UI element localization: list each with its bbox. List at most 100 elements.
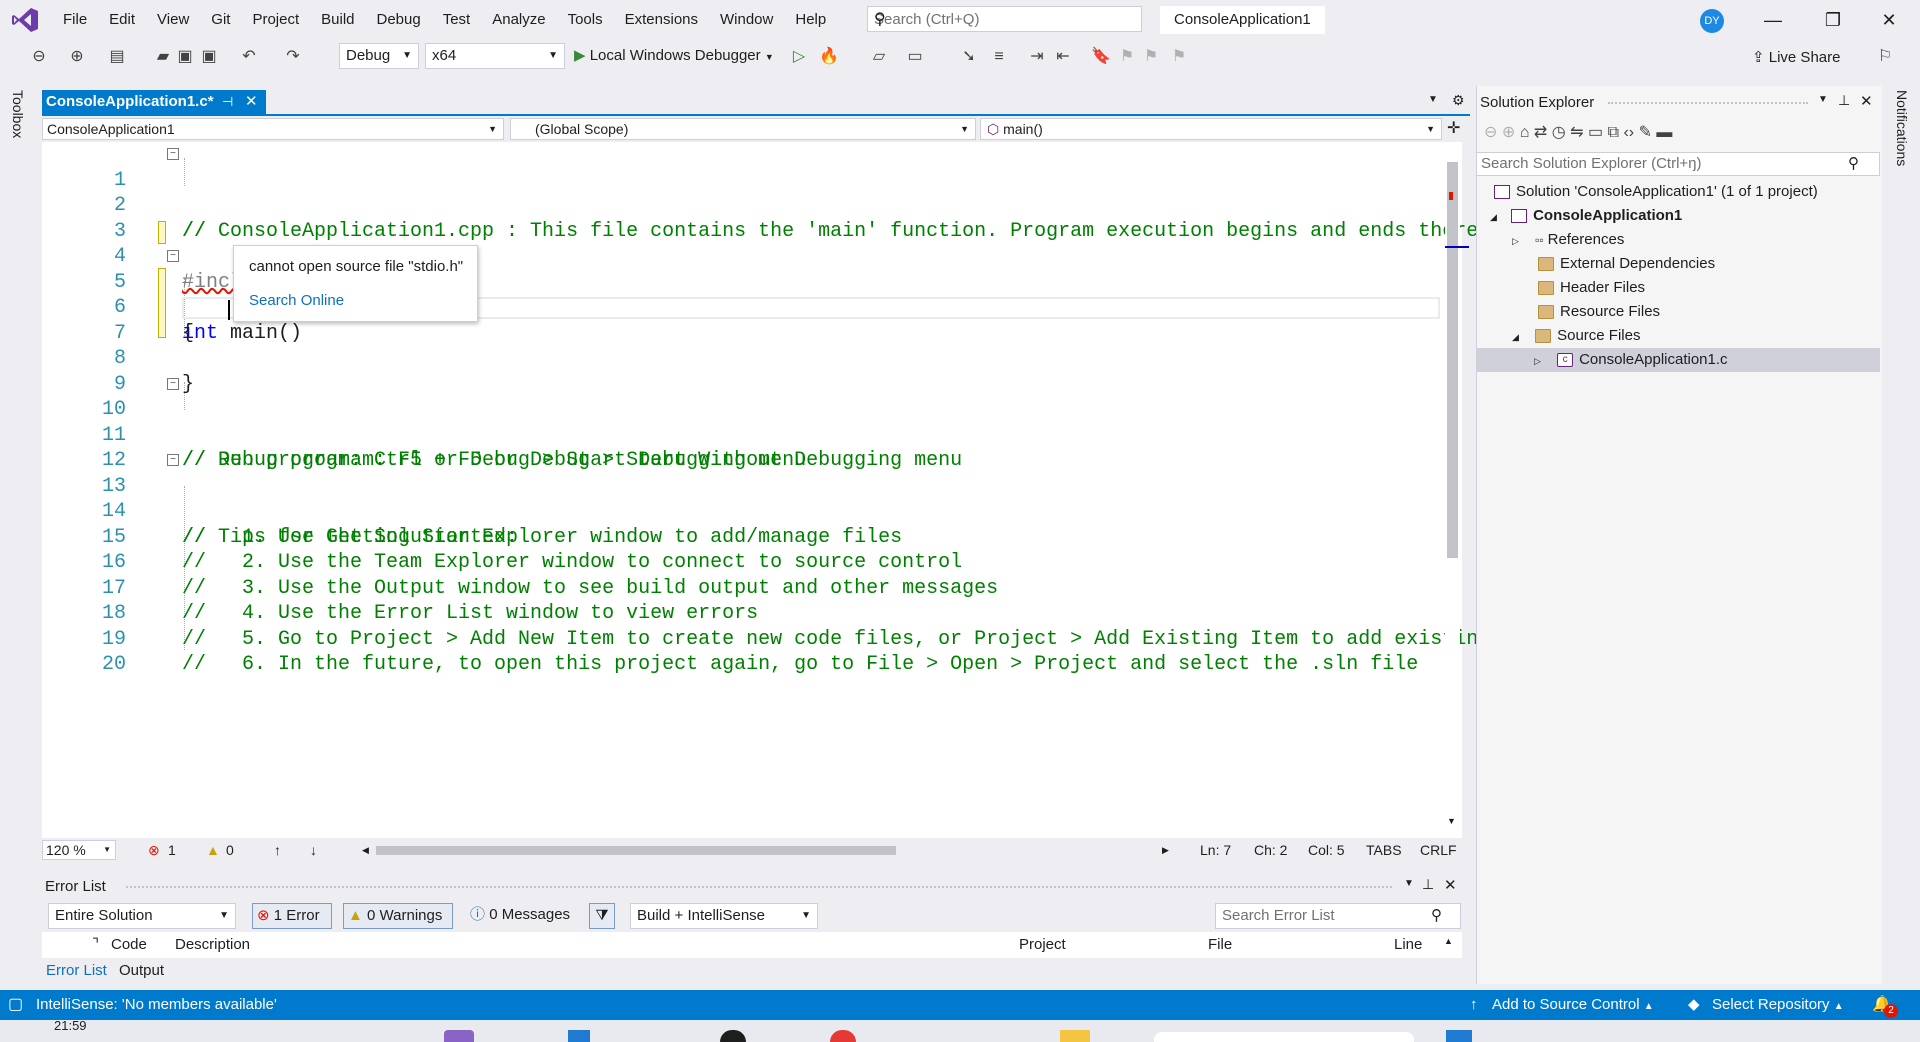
- step-cursor-icon[interactable]: ➘: [958, 46, 980, 68]
- warning-icon[interactable]: ▲: [206, 838, 220, 862]
- open-file-icon[interactable]: ▰: [152, 46, 174, 68]
- next-bookmark-icon[interactable]: ⚑: [1140, 46, 1162, 68]
- pin-icon[interactable]: ⊣: [222, 90, 233, 114]
- add-to-source-control-button[interactable]: Add to Source Control ▲: [1492, 990, 1654, 1022]
- window-layout-icon[interactable]: ▭: [904, 46, 926, 68]
- next-issue-icon[interactable]: ↓: [310, 838, 317, 862]
- panel-menu-chevron-icon[interactable]: ▼: [1404, 878, 1414, 889]
- menu-tools[interactable]: Tools: [557, 10, 614, 30]
- column-file[interactable]: File: [1208, 932, 1232, 958]
- solution-configuration-select[interactable]: Debug ▼: [339, 43, 419, 69]
- hot-reload-icon[interactable]: 🔥: [818, 46, 840, 68]
- clear-bookmarks-icon[interactable]: ⚑: [1168, 46, 1190, 68]
- messages-filter-button[interactable]: ⓘ 0 Messages: [466, 903, 578, 929]
- menu-test[interactable]: Test: [432, 10, 482, 30]
- nav-member-dropdown[interactable]: ⬡ main() ▼: [980, 118, 1442, 140]
- menu-view[interactable]: View: [146, 10, 200, 30]
- properties-wrench-icon[interactable]: ✎: [1639, 124, 1652, 141]
- menu-build[interactable]: Build: [310, 10, 365, 30]
- pin-icon[interactable]: ⊥: [1422, 876, 1434, 893]
- start-debugging-button[interactable]: ▶ Local Windows Debugger ▼: [574, 46, 774, 64]
- menu-file[interactable]: File: [52, 10, 98, 30]
- previous-issue-icon[interactable]: ↑: [274, 838, 281, 862]
- tree-item-solution[interactable]: Solution 'ConsoleApplication1' (1 of 1 p…: [1494, 180, 1818, 204]
- feedback-icon[interactable]: ⚐: [1874, 46, 1896, 68]
- tree-item-references[interactable]: ▷ ▫▫ References: [1512, 228, 1624, 252]
- bookmark-icon[interactable]: 🔖: [1090, 46, 1112, 68]
- vscode-taskbar-icon[interactable]: [568, 1030, 590, 1042]
- menu-extensions[interactable]: Extensions: [614, 10, 709, 30]
- browse-folder-icon[interactable]: ▱: [868, 46, 890, 68]
- indent-icon[interactable]: ⇥: [1026, 46, 1048, 68]
- visual-studio-logo-icon[interactable]: [10, 6, 40, 34]
- error-icon[interactable]: ⊗: [148, 838, 160, 862]
- close-panel-icon[interactable]: ✕: [1860, 92, 1873, 110]
- menu-help[interactable]: Help: [784, 10, 837, 30]
- new-project-icon[interactable]: ▤: [106, 46, 128, 68]
- menu-edit[interactable]: Edit: [98, 10, 146, 30]
- visual-studio-taskbar-icon[interactable]: [444, 1030, 474, 1042]
- global-search-input[interactable]: Search (Ctrl+Q) ⚲: [867, 6, 1142, 32]
- panel-menu-chevron-icon[interactable]: ▼: [1818, 94, 1828, 105]
- prev-bookmark-icon[interactable]: ⚑: [1116, 46, 1138, 68]
- menu-analyze[interactable]: Analyze: [481, 10, 556, 30]
- column-indicator[interactable]: Col: 5: [1308, 838, 1345, 862]
- panel-grip[interactable]: [1608, 102, 1808, 104]
- menu-project[interactable]: Project: [241, 10, 310, 30]
- build-source-select[interactable]: Build + IntelliSense ▼: [630, 903, 818, 929]
- char-indicator[interactable]: Ch: 2: [1254, 838, 1287, 862]
- warning-count[interactable]: 0: [226, 838, 234, 862]
- toolbox-tab[interactable]: Toolbox: [10, 90, 26, 138]
- collapse-all-icon[interactable]: ▭: [1588, 124, 1603, 141]
- forward-icon[interactable]: ⊕: [66, 46, 88, 68]
- preview-selected-icon[interactable]: ▬: [1656, 124, 1672, 141]
- close-tab-icon[interactable]: ✕: [245, 90, 258, 114]
- sync-icon[interactable]: ⇋: [1570, 124, 1583, 141]
- close-window-button[interactable]: ✕: [1866, 8, 1912, 32]
- tree-item-source-files[interactable]: ◢ Source Files: [1512, 324, 1640, 348]
- nav-scope-dropdown[interactable]: (Global Scope) ▼: [510, 118, 976, 140]
- forward-icon[interactable]: ⊕: [1502, 124, 1515, 141]
- taskbar-search-box[interactable]: [1154, 1032, 1414, 1042]
- scroll-down-icon[interactable]: ▼: [1447, 816, 1456, 826]
- pin-icon[interactable]: ⊥: [1838, 92, 1850, 109]
- collapse-icon[interactable]: −: [167, 148, 179, 160]
- search-error-list-input[interactable]: Search Error List ⚲: [1215, 903, 1461, 929]
- tabs-indicator[interactable]: TABS: [1366, 838, 1402, 862]
- collapse-icon[interactable]: −: [167, 377, 179, 390]
- select-repository-button[interactable]: Select Repository ▲: [1712, 990, 1844, 1022]
- back-icon[interactable]: ⊖: [28, 46, 50, 68]
- minimize-button[interactable]: —: [1750, 8, 1796, 32]
- save-icon[interactable]: ▣: [174, 46, 196, 68]
- line-indicator[interactable]: Ln: 7: [1200, 838, 1231, 862]
- scrollbar-thumb[interactable]: [1447, 162, 1458, 558]
- scroll-left-icon[interactable]: ◀: [362, 838, 369, 862]
- restore-button[interactable]: ❐: [1810, 8, 1856, 32]
- file-explorer-taskbar-icon[interactable]: [1060, 1030, 1090, 1042]
- start-without-debugging-icon[interactable]: ▷: [788, 46, 810, 68]
- error-scope-select[interactable]: Entire Solution ▼: [48, 903, 236, 929]
- windows-start-icon[interactable]: [1446, 1030, 1472, 1042]
- chrome-taskbar-icon[interactable]: [830, 1030, 856, 1042]
- search-solution-explorer-input[interactable]: Search Solution Explorer (Ctrl+ŋ) ⚲: [1476, 152, 1880, 176]
- column-code[interactable]: Code: [111, 932, 147, 958]
- back-icon[interactable]: ⊖: [1484, 124, 1497, 141]
- tree-item-source-file[interactable]: ▷ c ConsoleApplication1.c: [1534, 348, 1728, 372]
- collapse-icon[interactable]: −: [167, 454, 179, 466]
- collapsed-arrow-icon[interactable]: ▷: [1534, 356, 1541, 366]
- warnings-filter-button[interactable]: ▲ 0 Warnings: [343, 903, 453, 929]
- scroll-right-icon[interactable]: ▶: [1162, 838, 1169, 862]
- tree-item-external-dependencies[interactable]: External Dependencies: [1538, 252, 1715, 276]
- tab-overflow-chevron-icon[interactable]: ▼: [1428, 94, 1438, 105]
- view-code-icon[interactable]: ‹›: [1623, 124, 1634, 141]
- column-line[interactable]: Line: [1394, 932, 1422, 958]
- line-ending-indicator[interactable]: CRLF: [1420, 838, 1457, 862]
- tree-item-project[interactable]: ◢ ConsoleApplication1: [1490, 204, 1682, 228]
- panel-grip[interactable]: [126, 886, 1392, 888]
- error-count[interactable]: 1: [168, 838, 176, 862]
- show-all-files-icon[interactable]: ⧉: [1608, 124, 1619, 141]
- editor-vertical-scrollbar[interactable]: ▼: [1445, 148, 1469, 828]
- search-online-link[interactable]: Search Online: [249, 292, 344, 309]
- settings-gear-icon[interactable]: ⚙: [1452, 92, 1465, 109]
- errors-filter-button[interactable]: ⊗ 1 Error: [252, 903, 332, 929]
